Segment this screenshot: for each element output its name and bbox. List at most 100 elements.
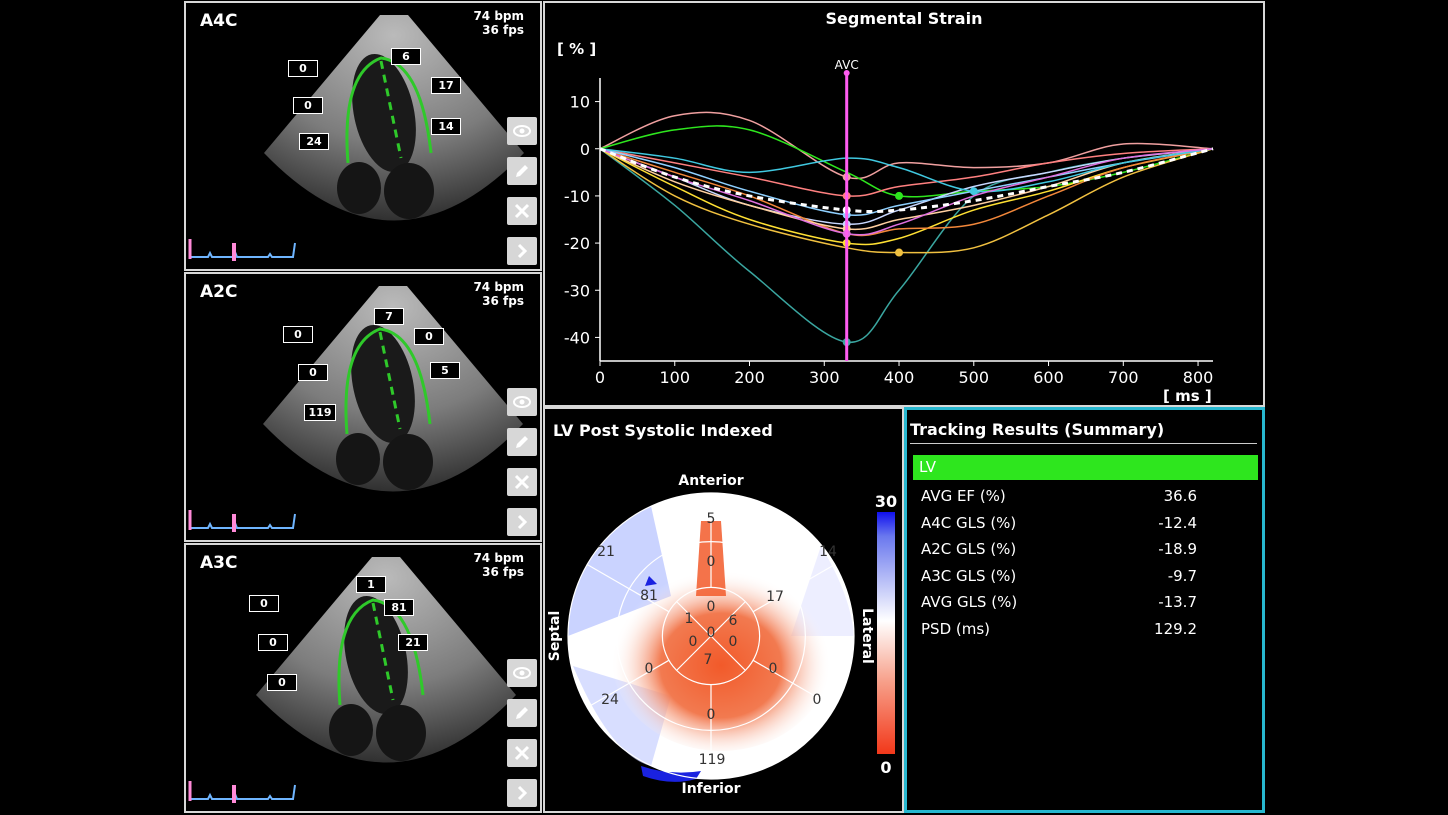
tracking-results-panel: Tracking Results (Summary) LV AVG EF (%)… bbox=[904, 407, 1265, 813]
lv-group-bar[interactable]: LV bbox=[913, 455, 1258, 480]
septal-label: Septal bbox=[547, 611, 563, 662]
result-row: PSD (ms) 129.2 bbox=[921, 620, 1197, 638]
ultrasound-image bbox=[263, 286, 523, 492]
delete-button[interactable] bbox=[507, 197, 537, 225]
eye-icon bbox=[513, 667, 531, 679]
x-tick-label: 400 bbox=[884, 368, 915, 387]
chevron-right-icon bbox=[517, 514, 528, 530]
avc-label: AVC bbox=[835, 58, 859, 72]
strain-curve[interactable] bbox=[599, 148, 1214, 254]
segment-value-box[interactable]: 24 bbox=[299, 133, 329, 150]
next-button[interactable] bbox=[507, 508, 537, 536]
result-value: -18.9 bbox=[1158, 540, 1197, 558]
x-tick-label: 0 bbox=[595, 368, 605, 387]
edit-button[interactable] bbox=[507, 428, 537, 456]
segment-value-box[interactable]: 81 bbox=[384, 599, 414, 616]
echo-view-a2c[interactable]: A2C 74 bpm 36 fps 0 7 0 0 119 5 bbox=[184, 272, 542, 542]
segment-value-box[interactable]: 0 bbox=[283, 326, 313, 343]
heart-rate: 74 bpm bbox=[473, 280, 524, 294]
segment-value: 81 bbox=[640, 588, 658, 604]
delete-button[interactable] bbox=[507, 739, 537, 767]
segment-value: 17 bbox=[766, 589, 784, 605]
segment-value: 0 bbox=[645, 661, 654, 677]
edit-button[interactable] bbox=[507, 699, 537, 727]
chevron-right-icon bbox=[517, 785, 528, 801]
segment-value-box[interactable]: 0 bbox=[288, 60, 318, 77]
segment-value-box[interactable]: 14 bbox=[431, 118, 461, 135]
echo-view-a4c[interactable]: A4C 74 bpm 36 fps 0 6 0 17 24 14 bbox=[184, 1, 542, 271]
segment-value-box[interactable]: 0 bbox=[258, 634, 288, 651]
eye-icon bbox=[513, 125, 531, 137]
peak-marker bbox=[895, 191, 904, 200]
view-button[interactable] bbox=[507, 659, 537, 687]
segment-value: 0 bbox=[769, 661, 778, 677]
x-tick-label: 100 bbox=[659, 368, 690, 387]
fps: 36 fps bbox=[482, 294, 524, 308]
heart-rate: 74 bpm bbox=[473, 551, 524, 565]
x-tick-label: 500 bbox=[959, 368, 990, 387]
result-value: 36.6 bbox=[1163, 487, 1197, 505]
result-value: -13.7 bbox=[1158, 593, 1197, 611]
segment-value-box[interactable]: 0 bbox=[298, 364, 328, 381]
strain-curve[interactable] bbox=[599, 148, 1214, 231]
segment-value-box[interactable]: 7 bbox=[374, 308, 404, 325]
ultrasound-image bbox=[264, 15, 524, 221]
frame-rate: 74 bpm 36 fps bbox=[473, 9, 524, 37]
color-scale-bar bbox=[877, 512, 895, 754]
polar-map-panel: LV Post Systolic Indexed 5 0 14 17 0 6 21 81 1 0 0… bbox=[543, 407, 904, 813]
x-tick-label: 200 bbox=[734, 368, 765, 387]
fps: 36 fps bbox=[482, 23, 524, 37]
result-label: A2C GLS (%) bbox=[921, 540, 1017, 558]
anterior-label: Anterior bbox=[678, 473, 743, 489]
result-row: A3C GLS (%) -9.7 bbox=[921, 567, 1197, 585]
strain-curve[interactable] bbox=[599, 148, 1214, 225]
y-tick-label: -30 bbox=[564, 281, 590, 300]
frame-rate: 74 bpm 36 fps bbox=[473, 551, 524, 579]
view-button[interactable] bbox=[507, 388, 537, 416]
segment-value-box[interactable]: 5 bbox=[430, 362, 460, 379]
view-label: A4C bbox=[200, 11, 238, 31]
view-label: A2C bbox=[200, 282, 238, 302]
results-divider bbox=[910, 443, 1257, 444]
segment-value: 0 bbox=[707, 599, 716, 615]
peak-marker bbox=[895, 248, 904, 257]
pencil-icon bbox=[516, 707, 528, 719]
view-button[interactable] bbox=[507, 117, 537, 145]
segment-value-box[interactable]: 0 bbox=[414, 328, 444, 345]
segment-value-box[interactable]: 6 bbox=[391, 48, 421, 65]
close-icon bbox=[514, 745, 530, 761]
result-row: AVG GLS (%) -13.7 bbox=[921, 593, 1197, 611]
y-tick-label: 10 bbox=[570, 93, 590, 112]
lv-group-label: LV bbox=[919, 458, 936, 476]
segment-value-box[interactable]: 0 bbox=[267, 674, 297, 691]
bullseye-map[interactable]: 501417062181100700 024 01190AnteriorInferi… bbox=[545, 409, 902, 811]
edit-button[interactable] bbox=[507, 157, 537, 185]
strain-chart[interactable]: 100-10-20-30-400 100 200 300 400 500 600 700 800… bbox=[545, 3, 1263, 405]
peak-marker bbox=[969, 187, 978, 196]
next-button[interactable] bbox=[507, 237, 537, 265]
y-tick-label: -40 bbox=[564, 328, 590, 347]
segment-value: 0 bbox=[707, 707, 716, 723]
segment-value-box[interactable]: 0 bbox=[249, 595, 279, 612]
segment-value: 0 bbox=[689, 634, 698, 650]
delete-button[interactable] bbox=[507, 468, 537, 496]
inferior-label: Inferior bbox=[682, 781, 741, 797]
close-icon bbox=[514, 203, 530, 219]
segment-value-box[interactable]: 21 bbox=[398, 634, 428, 651]
ecg-trace bbox=[188, 781, 296, 803]
segment-value-box[interactable]: 0 bbox=[293, 97, 323, 114]
segment-value: 7 bbox=[704, 652, 713, 668]
result-label: AVG GLS (%) bbox=[921, 593, 1018, 611]
lateral-label: Lateral bbox=[859, 608, 875, 664]
result-value: -12.4 bbox=[1158, 513, 1197, 532]
result-value: 129.2 bbox=[1154, 619, 1197, 638]
frame-rate: 74 bpm 36 fps bbox=[473, 280, 524, 308]
segment-value: 0 bbox=[707, 554, 716, 570]
segment-value-box[interactable]: 17 bbox=[431, 77, 461, 94]
ecg-trace bbox=[188, 510, 296, 532]
segment-value-box[interactable]: 1 bbox=[356, 576, 386, 593]
echo-view-a3c[interactable]: A3C 74 bpm 36 fps 1 0 81 0 21 0 bbox=[184, 543, 542, 813]
next-button[interactable] bbox=[507, 779, 537, 807]
segment-value-box[interactable]: 119 bbox=[304, 404, 336, 421]
eye-icon bbox=[513, 396, 531, 408]
